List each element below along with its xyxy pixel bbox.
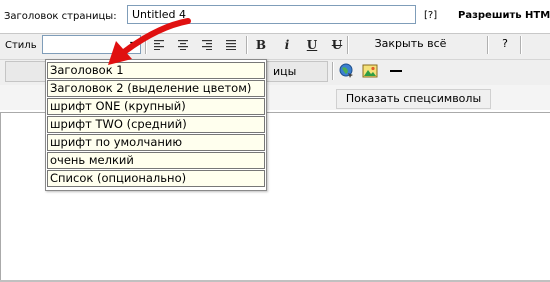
toolbar-separator xyxy=(332,62,334,80)
bold-button[interactable]: B xyxy=(251,35,271,55)
style-option[interactable]: шрифт по умолчанию xyxy=(47,134,265,151)
underline-button[interactable]: U xyxy=(302,35,322,55)
italic-button[interactable]: i xyxy=(277,35,297,55)
image-icon[interactable] xyxy=(362,63,378,79)
style-label: Стиль xyxy=(5,40,37,51)
globe-link-icon[interactable] xyxy=(339,63,355,79)
style-option[interactable]: шрифт TWO (средний) xyxy=(47,116,265,133)
align-right-icon xyxy=(202,40,212,50)
style-option[interactable]: Список (опционально) xyxy=(47,170,265,187)
align-justify-button[interactable] xyxy=(221,35,241,55)
help-link[interactable]: [?] xyxy=(424,10,437,21)
page-title-label: Заголовок страницы: xyxy=(4,11,117,22)
toolbar-separator xyxy=(520,36,522,54)
red-arrow-icon xyxy=(108,18,191,65)
style-option[interactable]: очень мелкий xyxy=(47,152,265,169)
allow-html-label[interactable]: Разрешить HTML xyxy=(458,10,550,21)
help-button[interactable]: ? xyxy=(494,35,516,55)
style-option[interactable]: Заголовок 2 (выделение цветом) xyxy=(47,80,265,97)
align-justify-icon xyxy=(226,40,236,50)
toolbar-separator xyxy=(487,36,489,54)
align-right-button[interactable] xyxy=(197,35,217,55)
style-option[interactable]: шрифт ONE (крупный) xyxy=(47,98,265,115)
toolbar-separator xyxy=(246,36,248,54)
row2-mid-button[interactable]: ицы xyxy=(262,61,328,82)
close-all-button[interactable]: Закрыть всё xyxy=(334,34,487,56)
horizontal-rule-icon[interactable] xyxy=(388,63,404,79)
show-special-chars-button[interactable]: Показать спецсимволы xyxy=(336,89,491,109)
style-dropdown-list: Заголовок 1 Заголовок 2 (выделение цвето… xyxy=(45,59,267,191)
